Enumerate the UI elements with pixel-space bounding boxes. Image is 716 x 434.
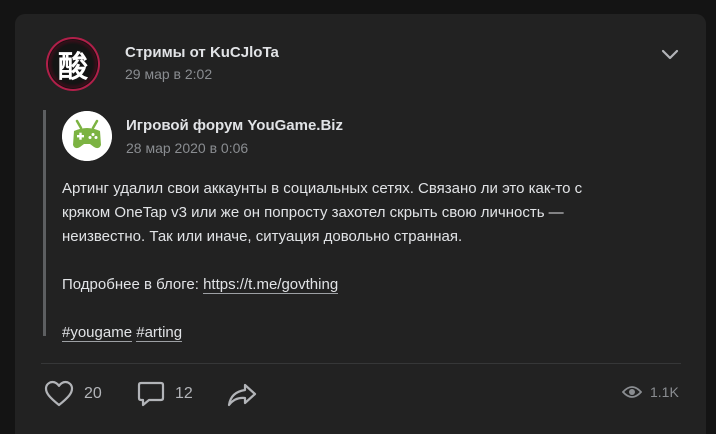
hashtag-yougame[interactable]: #yougame — [62, 324, 133, 342]
author-avatar[interactable]: 酸 — [46, 37, 100, 91]
post-author[interactable]: Стримы от KuCJloTa — [125, 44, 279, 61]
hashtag-arting[interactable]: #arting — [136, 324, 183, 342]
repost-text-line: неизвестно. Так или иначе, ситуация дово… — [62, 228, 463, 245]
comment-button[interactable]: 12 — [137, 380, 193, 408]
more-prefix: Подробнее в блоге: — [62, 276, 204, 293]
comments-count: 12 — [175, 385, 193, 402]
like-button[interactable]: 20 — [44, 380, 102, 408]
avatar-glyph: 酸 — [58, 50, 88, 85]
gamepad-icon — [62, 111, 112, 161]
views-count: 1.1K — [650, 384, 679, 400]
hashtags: #yougame #arting — [62, 321, 622, 345]
repost-avatar[interactable] — [62, 111, 112, 161]
comment-icon — [137, 381, 165, 407]
repost-bar — [43, 110, 46, 336]
views-counter: 1.1K — [622, 384, 679, 400]
repost-text-line: Артинг удалил свои аккаунты в социальных… — [62, 180, 583, 197]
repost-text: Артинг удалил свои аккаунты в социальных… — [62, 177, 622, 345]
repost-date[interactable]: 28 мар 2020 в 0:06 — [126, 140, 248, 156]
more-line: Подробнее в блоге: https://t.me/govthing — [62, 273, 622, 297]
likes-count: 20 — [84, 385, 102, 402]
chevron-down-icon[interactable] — [660, 44, 680, 64]
share-icon — [227, 383, 257, 407]
post-date[interactable]: 29 мар в 2:02 — [125, 66, 212, 82]
repost-author[interactable]: Игровой форум YouGame.Biz — [126, 117, 343, 134]
repost-text-line: кряком OneTap v3 или же он попросту захо… — [62, 204, 564, 221]
share-button[interactable] — [226, 382, 258, 408]
divider — [41, 363, 681, 364]
blog-link[interactable]: https://t.me/govthing — [203, 276, 339, 294]
eye-icon — [622, 386, 642, 398]
heart-icon — [44, 380, 74, 407]
